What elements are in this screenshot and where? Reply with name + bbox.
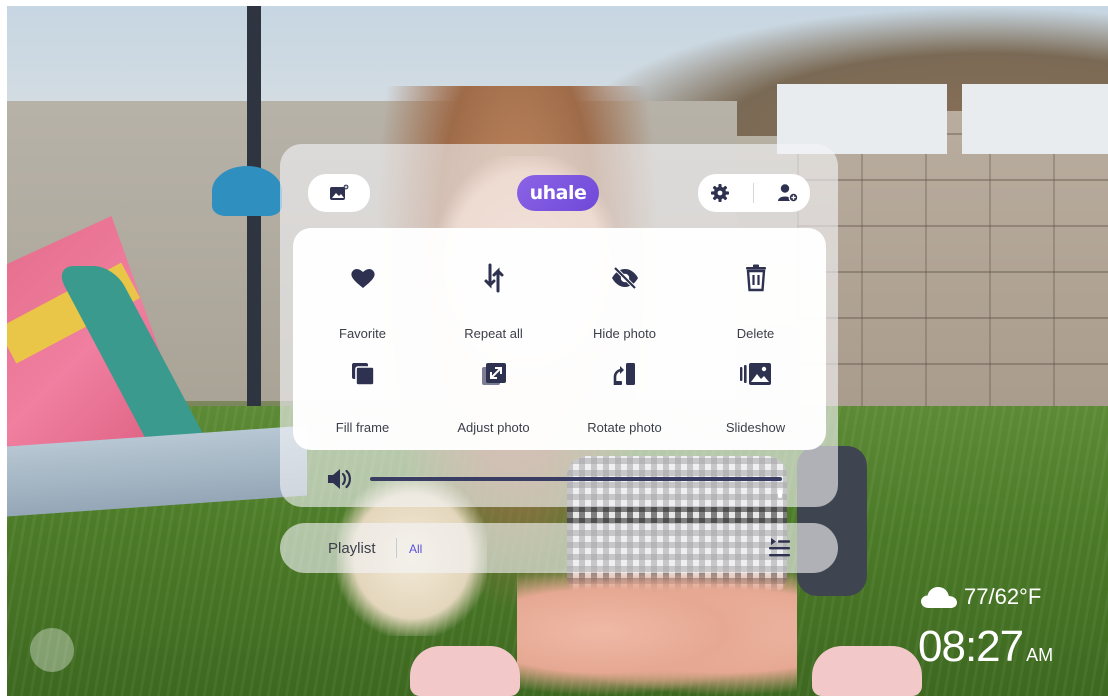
- photo-shoe: [410, 646, 520, 696]
- fill-frame-label: Fill frame: [335, 420, 390, 435]
- add-user-icon[interactable]: [777, 183, 799, 203]
- photo-planter: [962, 84, 1108, 154]
- header-actions: [698, 174, 810, 212]
- photo-wall-right: [797, 111, 1108, 411]
- gallery-button[interactable]: [308, 174, 370, 212]
- rotate-photo-button[interactable]: Rotate photo: [558, 324, 691, 435]
- volume-slider[interactable]: [370, 477, 782, 498]
- clock-time: 08:27: [918, 622, 1024, 671]
- weather-widget: 77/62°F: [920, 584, 1041, 610]
- clock-ampm: AM: [1026, 645, 1054, 665]
- clock: 08:27 AM: [918, 622, 1053, 672]
- fill-frame-icon: [350, 358, 376, 390]
- adjust-photo-label: Adjust photo: [457, 420, 530, 435]
- rotate-photo-icon: [612, 358, 638, 390]
- rotate-photo-label: Rotate photo: [587, 420, 662, 435]
- weather-temperature: 77/62°F: [964, 584, 1042, 609]
- gear-icon[interactable]: [710, 183, 730, 203]
- slideshow-icon: [739, 358, 773, 390]
- fill-frame-button[interactable]: Fill frame: [296, 324, 429, 435]
- volume-control: [318, 462, 788, 498]
- heart-icon: [349, 262, 377, 294]
- favorite-button[interactable]: Favorite: [296, 230, 429, 341]
- uhale-logo: uhale: [517, 175, 599, 211]
- speaker-icon[interactable]: [326, 466, 354, 492]
- photo-swing-seat: [212, 166, 282, 216]
- floating-menu-button[interactable]: [30, 628, 74, 672]
- playlist-filter[interactable]: All: [409, 542, 422, 556]
- volume-handle[interactable]: [778, 490, 782, 498]
- playlist-label: Playlist: [328, 540, 376, 557]
- repeat-all-button[interactable]: Repeat all: [427, 230, 560, 341]
- cloud-icon: [920, 585, 958, 609]
- eye-off-icon: [610, 262, 640, 294]
- gallery-add-icon: [329, 184, 349, 202]
- photo-knees: [517, 566, 797, 696]
- delete-button[interactable]: Delete: [689, 230, 822, 341]
- playlist-icon[interactable]: [766, 536, 792, 560]
- slideshow-label: Slideshow: [725, 420, 786, 435]
- playlist-divider: [396, 538, 397, 558]
- photo-shoe: [812, 646, 922, 696]
- hide-photo-button[interactable]: Hide photo: [558, 230, 691, 341]
- repeat-arrows-icon: [483, 262, 505, 294]
- slideshow-button[interactable]: Slideshow: [689, 324, 822, 435]
- adjust-photo-button[interactable]: Adjust photo: [427, 324, 560, 435]
- trash-icon: [744, 262, 768, 294]
- header-divider: [752, 183, 754, 203]
- adjust-photo-icon: [481, 358, 507, 390]
